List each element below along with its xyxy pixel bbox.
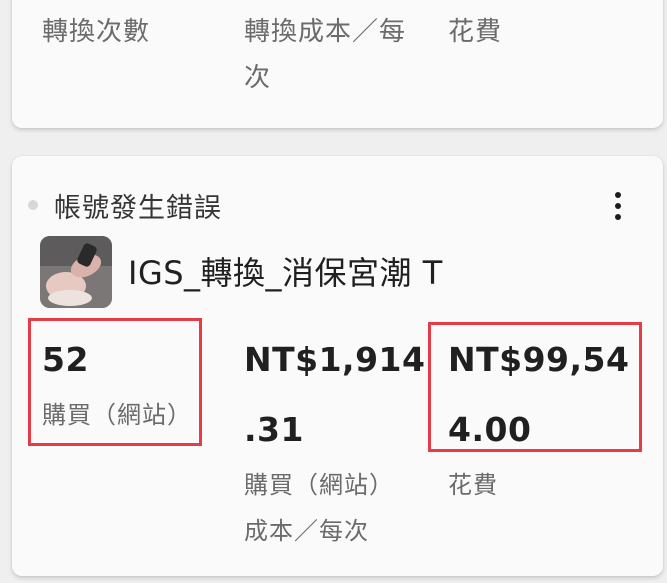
status-row: 帳號發生錯誤: [28, 185, 222, 225]
cost-per-purchase-value-line1: NT$1,914: [244, 340, 426, 379]
cost-per-conversion-label-line2: 次: [244, 63, 272, 93]
status-text: 帳號發生錯誤: [54, 192, 222, 224]
cost-per-purchase-label-line1: 購買（網站）: [244, 471, 394, 499]
page: 轉換次數 轉換成本／每 次 花費 帳號發生錯誤 IGS_轉換_消保宮潮 T 52…: [0, 0, 667, 583]
spend-label-top: 花費: [448, 17, 503, 47]
conversions-label: 轉換次數: [42, 17, 151, 47]
more-vertical-icon[interactable]: [606, 188, 630, 224]
ad-name[interactable]: IGS_轉換_消保宮潮 T: [128, 248, 443, 298]
cost-per-conversion-label-line1: 轉換成本／每: [244, 17, 407, 47]
cost-per-purchase-value-line2: .31: [244, 410, 304, 449]
spend-label: 花費: [448, 471, 498, 499]
spend-highlight-box: [428, 322, 642, 452]
status-dot-icon: [28, 200, 38, 210]
cost-per-purchase-label-line2: 成本／每次: [244, 517, 369, 545]
purchases-highlight-box: [28, 318, 202, 446]
ad-thumbnail: [40, 236, 112, 308]
